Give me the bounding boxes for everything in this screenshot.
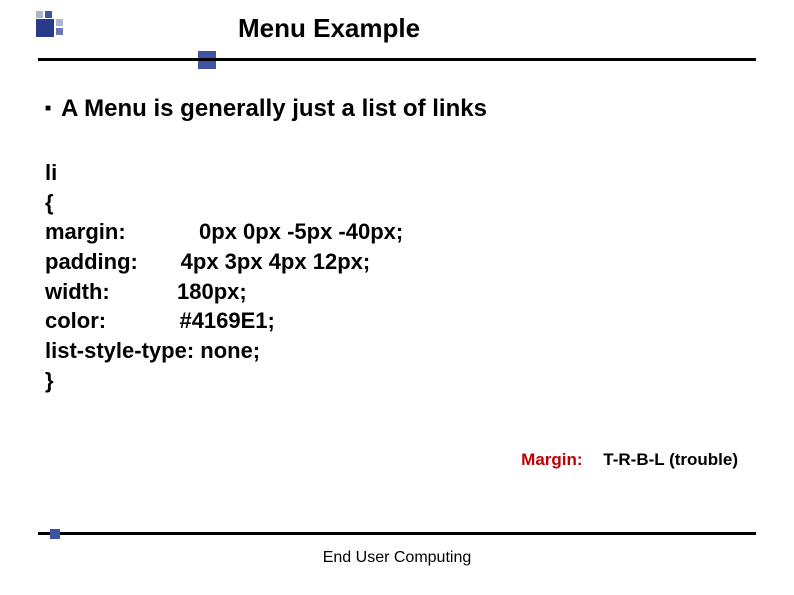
code-line: { [45, 188, 403, 218]
footer-text: End User Computing [0, 549, 794, 567]
footer-rule [38, 532, 756, 535]
code-line: padding: 4px 3px 4px 12px; [45, 247, 403, 277]
css-code-block: li { margin: 0px 0px -5px -40px; padding… [45, 158, 403, 396]
header-rule [38, 58, 756, 61]
note-text: T-R-B-L (trouble) [603, 450, 738, 469]
code-line: color: #4169E1; [45, 306, 403, 336]
margin-note: Margin: T-R-B-L (trouble) [521, 450, 738, 470]
slide: Menu Example ■ A Menu is generally just … [0, 0, 794, 595]
slide-title: Menu Example [238, 13, 420, 44]
code-line: } [45, 366, 403, 396]
bullet-icon: ■ [45, 97, 51, 121]
code-line: li [45, 158, 403, 188]
code-line: margin: 0px 0px -5px -40px; [45, 217, 403, 247]
code-line: width: 180px; [45, 277, 403, 307]
footer-accent-square [50, 529, 60, 539]
logo-squares-icon [36, 11, 68, 43]
note-label: Margin: [521, 450, 582, 469]
bullet-line: ■ A Menu is generally just a list of lin… [45, 95, 487, 123]
code-line: list-style-type: none; [45, 336, 403, 366]
bullet-text: A Menu is generally just a list of links [61, 95, 487, 123]
